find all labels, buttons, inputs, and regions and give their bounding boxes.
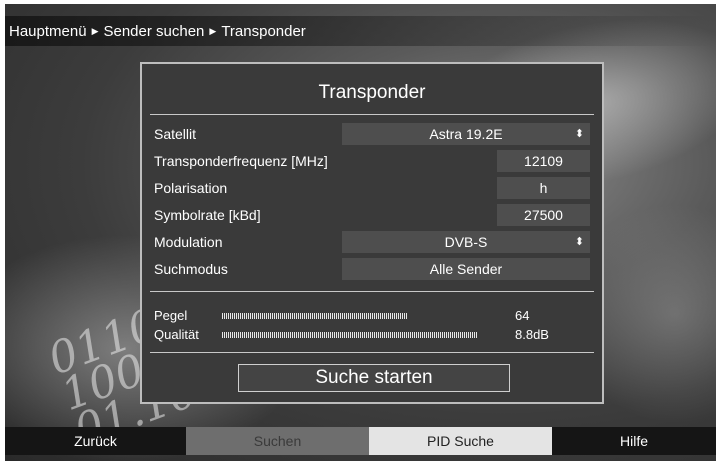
satellite-label: Satellit xyxy=(154,126,197,142)
breadcrumb-item-channel-search: Sender suchen xyxy=(103,22,205,40)
breadcrumb-item-main-menu: Hauptmenü xyxy=(9,22,87,40)
polarisation-label: Polarisation xyxy=(154,180,228,196)
polarisation-field[interactable]: h xyxy=(497,177,590,199)
divider xyxy=(150,352,594,353)
symbol-rate-label: Symbolrate [kBd] xyxy=(154,207,261,223)
satellite-value: Astra 19.2E xyxy=(429,126,503,142)
signal-level-fill xyxy=(222,313,408,319)
signal-level-bar xyxy=(222,313,512,319)
divider xyxy=(150,291,594,292)
pid-search-button[interactable]: PID Suche xyxy=(369,427,552,455)
modulation-row[interactable]: Modulation DVB-S ⬍ xyxy=(152,231,592,253)
modulation-label: Modulation xyxy=(154,234,223,250)
frequency-field[interactable]: 12109 xyxy=(497,150,590,172)
modulation-value: DVB-S xyxy=(444,234,488,250)
signal-quality-meter: Qualität 8.8dB xyxy=(152,326,592,344)
symbol-rate-row[interactable]: Symbolrate [kBd] 27500 xyxy=(152,204,592,226)
search-mode-row[interactable]: Suchmodus Alle Sender xyxy=(152,258,592,280)
satellite-select[interactable]: Astra 19.2E ⬍ xyxy=(342,123,590,145)
search-mode-select[interactable]: Alle Sender xyxy=(342,258,590,280)
breadcrumb: Hauptmenü ▶ Sender suchen ▶ Transponder xyxy=(5,16,716,46)
signal-level-label: Pegel xyxy=(154,308,188,323)
dialog-title: Transponder xyxy=(318,82,426,103)
modulation-select[interactable]: DVB-S ⬍ xyxy=(342,231,590,253)
symbol-rate-value: 27500 xyxy=(524,207,563,223)
symbol-rate-field[interactable]: 27500 xyxy=(497,204,590,226)
polarisation-value: h xyxy=(539,180,548,196)
signal-quality-label: Qualität xyxy=(154,327,199,342)
signal-quality-fill xyxy=(222,332,478,338)
tv-screen: 0110 100 01.10 Hauptmenü ▶ Sender suchen… xyxy=(5,4,716,461)
divider xyxy=(150,114,594,115)
satellite-row[interactable]: Satellit Astra 19.2E ⬍ xyxy=(152,123,592,145)
back-button[interactable]: Zurück xyxy=(5,427,186,455)
breadcrumb-item-transponder: Transponder xyxy=(221,22,306,40)
dropdown-arrow-icon: ⬍ xyxy=(574,236,584,248)
start-search-button[interactable]: Suche starten xyxy=(238,364,510,392)
arrow-right-icon: ▶ xyxy=(209,25,217,36)
frequency-row[interactable]: Transponderfrequenz [MHz] 12109 xyxy=(152,150,592,172)
signal-level-meter: Pegel 64 xyxy=(152,307,592,325)
polarisation-row[interactable]: Polarisation h xyxy=(152,177,592,199)
arrow-right-icon: ▶ xyxy=(91,25,99,36)
search-button[interactable]: Suchen xyxy=(186,427,369,455)
transponder-dialog: Transponder Satellit Astra 19.2E ⬍ Trans… xyxy=(140,62,604,404)
signal-level-value: 64 xyxy=(515,308,530,323)
signal-quality-value: 8.8dB xyxy=(515,327,549,342)
signal-quality-bar xyxy=(222,332,512,338)
help-button[interactable]: Hilfe xyxy=(552,427,716,455)
search-mode-value: Alle Sender xyxy=(429,261,503,277)
frequency-value: 12109 xyxy=(524,153,563,169)
search-mode-label: Suchmodus xyxy=(154,261,228,277)
dropdown-arrow-icon: ⬍ xyxy=(574,128,584,140)
frequency-label: Transponderfrequenz [MHz] xyxy=(154,153,328,169)
function-key-bar: Zurück Suchen PID Suche Hilfe xyxy=(5,427,716,455)
